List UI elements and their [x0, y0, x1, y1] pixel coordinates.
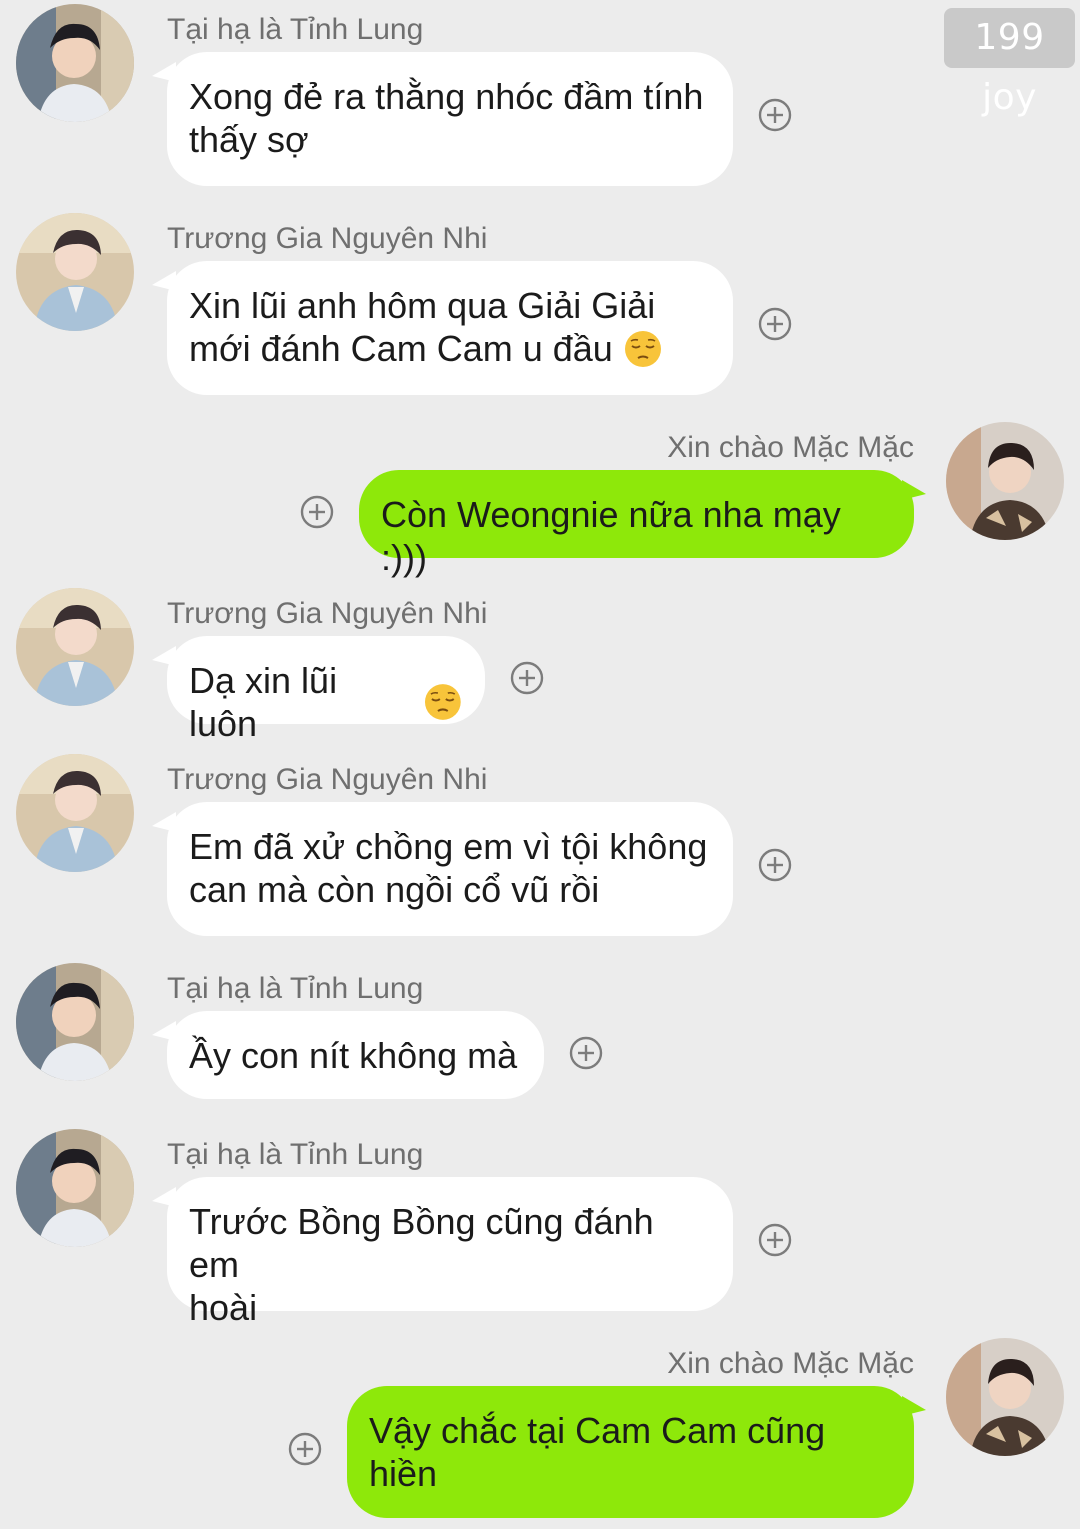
message-item: Xin chào Mặc Mặc Còn Weongnie nữa nha mạ… — [0, 422, 1080, 578]
plus-circle-icon — [288, 1432, 322, 1466]
sender-name: Tại hạ là Tỉnh Lung — [167, 13, 424, 46]
message-item: Trương Gia Nguyên Nhi Xin lũi anh hôm qu… — [0, 213, 1080, 395]
avatar[interactable] — [16, 4, 134, 122]
message-item: Tại hạ là Tỉnh Lung Xong đẻ ra thằng nhó… — [0, 4, 1080, 186]
message-line: Em đã xử chồng em vì tội không — [189, 826, 708, 867]
plus-circle-icon — [300, 495, 334, 529]
avatar[interactable] — [16, 754, 134, 872]
message-bubble[interactable]: Ầy con nít không mà — [167, 1011, 544, 1099]
message-line: Vậy chắc tại Cam Cam cũng — [369, 1410, 826, 1451]
message-line: Xin lũi anh hôm qua Giải Giải — [189, 285, 656, 326]
message-item: Tại hạ là Tỉnh Lung Trước Bồng Bồng cũng… — [0, 1129, 1080, 1328]
plus-circle-icon — [758, 1223, 792, 1257]
message-bubble[interactable]: Trước Bồng Bồng cũng đánh em hoài — [167, 1177, 733, 1328]
message-line: Còn Weongnie nữa nha mạy :))) — [381, 494, 841, 578]
sender-name: Trương Gia Nguyên Nhi — [167, 222, 488, 255]
message-line-with-emoji: mới đánh Cam Cam u đầu — [189, 327, 711, 370]
pensive-face-emoji — [623, 329, 663, 369]
add-reaction-button[interactable] — [569, 1036, 603, 1070]
sender-name: Trương Gia Nguyên Nhi — [167, 763, 488, 796]
message-bubble[interactable]: Vậy chắc tại Cam Cam cũng hiền — [347, 1386, 914, 1518]
add-reaction-button[interactable] — [288, 1432, 322, 1466]
plus-circle-icon — [758, 307, 792, 341]
sender-name: Tại hạ là Tỉnh Lung — [167, 972, 424, 1005]
avatar[interactable] — [946, 1338, 1064, 1456]
message-bubble[interactable]: Còn Weongnie nữa nha mạy :))) — [359, 470, 914, 578]
message-line: hiền — [369, 1453, 438, 1494]
plus-circle-icon — [758, 848, 792, 882]
avatar[interactable] — [946, 422, 1064, 540]
plus-circle-icon — [510, 661, 544, 695]
message-line: Trước Bồng Bồng cũng đánh em — [189, 1201, 654, 1285]
plus-circle-icon — [758, 98, 792, 132]
message-line: Dạ xin lũi luôn — [189, 660, 338, 744]
sender-name: Xin chào Mặc Mặc — [667, 1347, 914, 1380]
message-bubble[interactable]: Em đã xử chồng em vì tội không can mà cò… — [167, 802, 733, 936]
pensive-face-emoji — [423, 682, 463, 722]
add-reaction-button[interactable] — [758, 1223, 792, 1257]
add-reaction-button[interactable] — [300, 495, 334, 529]
message-line-with-emoji: Dạ xin lũi luôn — [189, 659, 463, 745]
message-line: can mà còn ngồi cổ vũ rồi — [189, 869, 600, 910]
add-reaction-button[interactable] — [758, 848, 792, 882]
message-bubble[interactable]: Xin lũi anh hôm qua Giải Giải mới đánh C… — [167, 261, 733, 395]
message-line: thấy sợ — [189, 119, 309, 160]
message-bubble[interactable]: Xong đẻ ra thằng nhóc đầm tính thấy sợ — [167, 52, 733, 186]
add-reaction-button[interactable] — [758, 98, 792, 132]
message-item: Trương Gia Nguyên Nhi Em đã xử chồng em … — [0, 754, 1080, 936]
message-bubble[interactable]: Dạ xin lũi luôn — [167, 636, 485, 744]
message-item: Xin chào Mặc Mặc Vậy chắc tại Cam Cam cũ… — [0, 1338, 1080, 1518]
sender-name: Xin chào Mặc Mặc — [667, 431, 914, 464]
sender-name: Tại hạ là Tỉnh Lung — [167, 1138, 424, 1171]
message-line: hoài — [189, 1287, 258, 1328]
add-reaction-button[interactable] — [758, 307, 792, 341]
sender-name: Trương Gia Nguyên Nhi — [167, 597, 488, 630]
add-reaction-button[interactable] — [510, 661, 544, 695]
message-line: Ầy con nít không mà — [189, 1035, 518, 1076]
avatar[interactable] — [16, 588, 134, 706]
avatar[interactable] — [16, 213, 134, 331]
message-line: Xong đẻ ra thằng nhóc đầm tính — [189, 76, 704, 117]
avatar[interactable] — [16, 963, 134, 1081]
plus-circle-icon — [569, 1036, 603, 1070]
message-item: Trương Gia Nguyên Nhi Dạ xin lũi luôn — [0, 588, 1080, 744]
message-item: Tại hạ là Tỉnh Lung Ầy con nít không mà — [0, 963, 1080, 1103]
message-line: mới đánh Cam Cam u đầu — [189, 328, 613, 369]
avatar[interactable] — [16, 1129, 134, 1247]
